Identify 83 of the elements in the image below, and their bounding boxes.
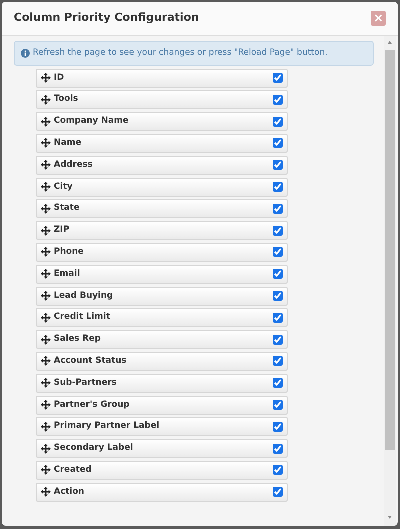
column-item[interactable]: Email	[36, 264, 288, 284]
visibility-checkbox[interactable]	[273, 378, 283, 388]
move-icon[interactable]	[41, 73, 51, 84]
column-label: Action	[54, 486, 86, 499]
move-icon[interactable]	[41, 182, 51, 192]
column-item[interactable]: Action	[36, 482, 288, 502]
move-icon[interactable]	[41, 422, 51, 432]
column-label: Primary Partner Label	[54, 420, 160, 434]
move-icon[interactable]	[41, 487, 51, 498]
column-item[interactable]: Name	[36, 134, 288, 153]
column-item[interactable]: City	[36, 178, 288, 197]
visibility-checkbox[interactable]	[273, 73, 283, 84]
visibility-checkbox[interactable]	[273, 487, 283, 498]
column-label: Lead Buying	[54, 290, 114, 302]
visibility-checkbox[interactable]	[273, 160, 283, 170]
column-item[interactable]: Primary Partner Label	[36, 417, 288, 436]
column-item[interactable]: Lead Buying	[36, 286, 288, 306]
visibility-checkbox[interactable]	[273, 312, 283, 323]
dialog-title: Column Priority Configuration	[14, 10, 200, 26]
column-label: Sub-Partners	[54, 376, 118, 390]
move-icon[interactable]	[41, 138, 51, 148]
move-icon[interactable]	[41, 116, 51, 127]
visibility-checkbox[interactable]	[273, 334, 283, 345]
move-icon[interactable]	[41, 312, 51, 323]
move-icon[interactable]	[41, 160, 51, 170]
move-icon[interactable]	[41, 291, 51, 302]
move-icon[interactable]	[41, 204, 51, 214]
column-label: Name	[54, 137, 82, 150]
column-label: Phone	[54, 246, 85, 259]
column-item[interactable]: Account Status	[36, 352, 288, 371]
move-icon[interactable]	[41, 400, 51, 410]
column-label: State	[54, 202, 81, 216]
column-label: Sales Rep	[54, 333, 102, 346]
column-label: Tools	[54, 93, 80, 106]
visibility-checkbox[interactable]	[273, 465, 283, 476]
notice-text: Refresh the page to see your changes or press "Reload Page" button.	[33, 47, 328, 60]
column-label: City	[54, 180, 74, 194]
visibility-checkbox[interactable]	[273, 138, 283, 148]
move-icon[interactable]	[41, 247, 51, 258]
visibility-checkbox[interactable]	[273, 269, 283, 280]
column-item[interactable]: Partner's Group	[36, 396, 288, 414]
column-item[interactable]: Company Name	[36, 112, 288, 132]
move-icon[interactable]	[41, 226, 51, 236]
visibility-checkbox[interactable]	[273, 226, 283, 236]
column-label: Account Status	[54, 355, 128, 368]
visibility-checkbox[interactable]	[273, 116, 283, 127]
column-label: Credit Limit	[54, 311, 112, 324]
column-label: Created	[54, 464, 93, 477]
visibility-checkbox[interactable]	[273, 94, 283, 105]
column-label: Secondary Label	[54, 442, 134, 455]
column-label: ID	[54, 72, 66, 84]
column-item[interactable]: Secondary Label	[36, 439, 288, 458]
column-item[interactable]: Phone	[36, 242, 288, 262]
info-icon	[21, 48, 30, 58]
move-icon[interactable]	[41, 269, 51, 280]
column-label: Address	[54, 158, 94, 172]
column-label: ZIP	[54, 224, 71, 237]
visibility-checkbox[interactable]	[273, 422, 283, 432]
move-icon[interactable]	[41, 94, 51, 105]
visibility-checkbox[interactable]	[273, 204, 283, 214]
move-icon[interactable]	[41, 356, 51, 366]
move-icon[interactable]	[41, 334, 51, 345]
column-item[interactable]: Address	[36, 156, 288, 175]
visibility-checkbox[interactable]	[273, 444, 283, 454]
column-label: Partner's Group	[54, 398, 131, 412]
move-icon[interactable]	[41, 444, 51, 454]
visibility-checkbox[interactable]	[273, 400, 283, 410]
column-item[interactable]: Created	[36, 460, 288, 480]
column-item[interactable]: ID	[36, 68, 288, 88]
column-item[interactable]: State	[36, 199, 288, 218]
visibility-checkbox[interactable]	[273, 356, 283, 366]
visibility-checkbox[interactable]	[273, 182, 283, 192]
visibility-checkbox[interactable]	[273, 291, 283, 302]
column-item[interactable]: Tools	[36, 90, 288, 110]
visibility-checkbox[interactable]	[273, 247, 283, 258]
column-item[interactable]: ZIP	[36, 221, 288, 240]
column-item[interactable]: Credit Limit	[36, 308, 288, 328]
column-label: Email	[54, 268, 82, 281]
column-label: Company Name	[54, 115, 130, 128]
column-item[interactable]: Sub-Partners	[36, 374, 288, 393]
move-icon[interactable]	[41, 378, 51, 388]
move-icon[interactable]	[41, 465, 51, 476]
column-item[interactable]: Sales Rep	[36, 330, 288, 350]
